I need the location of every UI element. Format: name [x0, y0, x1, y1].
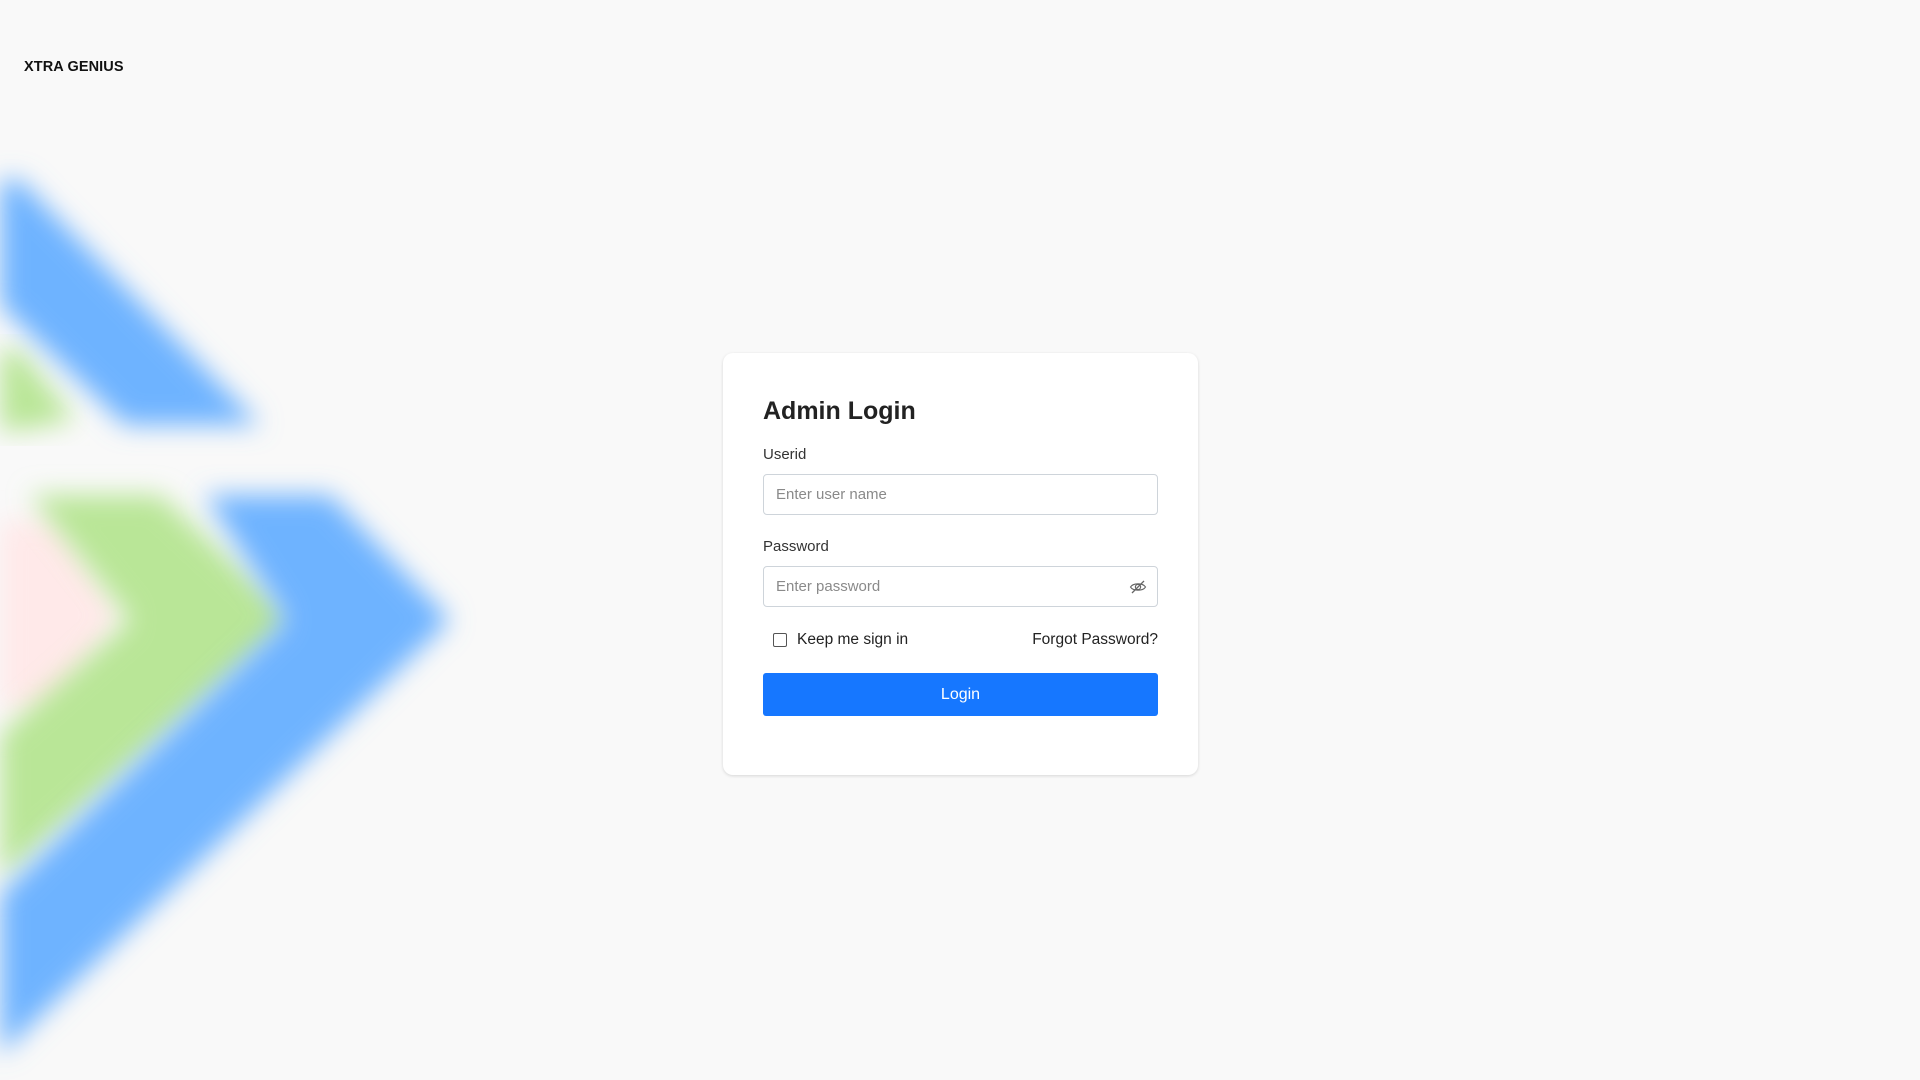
keep-signed-in-checkbox[interactable]: [773, 633, 787, 647]
login-button[interactable]: Login: [763, 673, 1158, 716]
password-label: Password: [763, 538, 829, 555]
login-page: XTRA GENIUS Admin Login Userid Password …: [0, 0, 1920, 1080]
brand-name: XTRA GENIUS: [24, 59, 124, 75]
decor-green-small-shape: [0, 350, 75, 430]
login-card: Admin Login Userid Password Keep me sign…: [723, 353, 1198, 775]
eye-slash-icon[interactable]: [1129, 578, 1147, 596]
password-field-wrapper: [763, 566, 1158, 607]
remember-forgot-row: Keep me sign in Forgot Password?: [763, 628, 1158, 652]
login-title: Admin Login: [763, 397, 916, 425]
userid-input[interactable]: [764, 475, 1157, 514]
password-input[interactable]: [764, 567, 1157, 606]
forgot-password-link[interactable]: Forgot Password?: [1032, 631, 1158, 649]
keep-signed-in-label: Keep me sign in: [797, 631, 909, 648]
decor-blue-upper-shape: [0, 180, 260, 425]
decor-green-chevron-shape: [0, 495, 295, 875]
userid-field-wrapper: [763, 474, 1158, 515]
keep-signed-in-toggle[interactable]: Keep me sign in: [763, 631, 908, 649]
decor-pink-shape: [0, 520, 120, 710]
userid-label: Userid: [763, 446, 807, 463]
decor-blue-chevron-shape: [0, 495, 450, 1055]
